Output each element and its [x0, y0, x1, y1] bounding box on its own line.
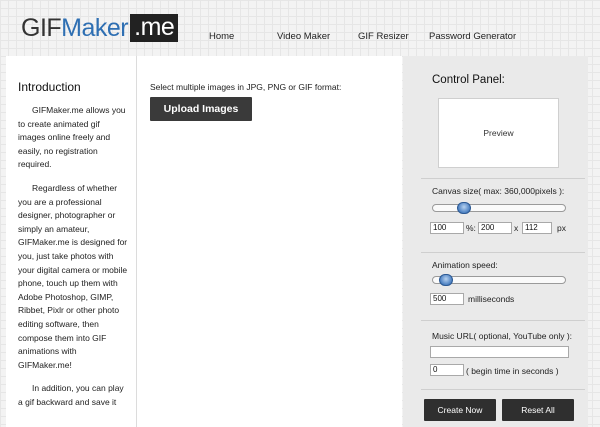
- animation-speed-input[interactable]: 500: [430, 293, 464, 305]
- logo-maker: Maker: [61, 13, 129, 42]
- introduction-sidebar: Introduction GIFMaker.me allows you to c…: [6, 56, 137, 427]
- milliseconds-label: milliseconds: [468, 294, 515, 304]
- upload-images-button[interactable]: Upload Images: [150, 97, 252, 121]
- create-now-button[interactable]: Create Now: [424, 399, 496, 421]
- percent-label: %:: [466, 223, 476, 233]
- divider: [421, 252, 585, 253]
- animation-speed-label: Animation speed:: [432, 260, 498, 270]
- canvas-width-input[interactable]: 200: [478, 222, 512, 234]
- preview-box: Preview: [438, 98, 559, 168]
- begin-time-label: ( begin time in seconds ): [466, 366, 559, 376]
- introduction-title: Introduction: [18, 80, 81, 94]
- logo-me: .me: [130, 14, 179, 42]
- px-label: px: [557, 223, 566, 233]
- divider: [421, 389, 585, 390]
- times-label: x: [514, 223, 519, 233]
- nav-home[interactable]: Home: [209, 31, 234, 42]
- animation-speed-slider-handle[interactable]: [439, 274, 453, 286]
- intro-paragraph-3: In addition, you can play a gif backward…: [18, 383, 124, 407]
- canvas-height-input[interactable]: 112: [522, 222, 552, 234]
- divider: [421, 178, 585, 179]
- intro-paragraph-2: Regardless of whether you are a professi…: [18, 182, 128, 370]
- intro-paragraph-1: GIFMaker.me allows you to create animate…: [18, 105, 126, 170]
- canvas-size-slider-handle[interactable]: [457, 202, 471, 214]
- animation-speed-slider[interactable]: [432, 274, 566, 286]
- reset-all-button[interactable]: Reset All: [502, 399, 574, 421]
- upload-instructions: Select multiple images in JPG, PNG or GI…: [150, 82, 342, 92]
- canvas-size-label: Canvas size( max: 360,000pixels ):: [432, 186, 565, 196]
- control-panel: Control Panel: Preview Canvas size( max:…: [403, 56, 588, 427]
- canvas-percent-input[interactable]: 100: [430, 222, 464, 234]
- nav-gif-resizer[interactable]: GIF Resizer: [358, 31, 409, 42]
- logo-gif: GIF: [21, 13, 62, 42]
- logo[interactable]: GIF Maker .me: [21, 13, 179, 42]
- control-panel-title: Control Panel:: [432, 74, 505, 86]
- main-area: Introduction GIFMaker.me allows you to c…: [6, 56, 402, 427]
- nav-password-generator[interactable]: Password Generator: [429, 31, 516, 42]
- music-url-input[interactable]: [430, 346, 569, 358]
- divider: [421, 320, 585, 321]
- begin-time-input[interactable]: 0: [430, 364, 464, 376]
- nav-video-maker[interactable]: Video Maker: [277, 31, 330, 42]
- music-url-label: Music URL( optional, YouTube only ):: [432, 331, 573, 341]
- preview-label: Preview: [483, 128, 514, 138]
- canvas-size-slider[interactable]: [432, 202, 566, 214]
- upload-section: Select multiple images in JPG, PNG or GI…: [150, 82, 341, 121]
